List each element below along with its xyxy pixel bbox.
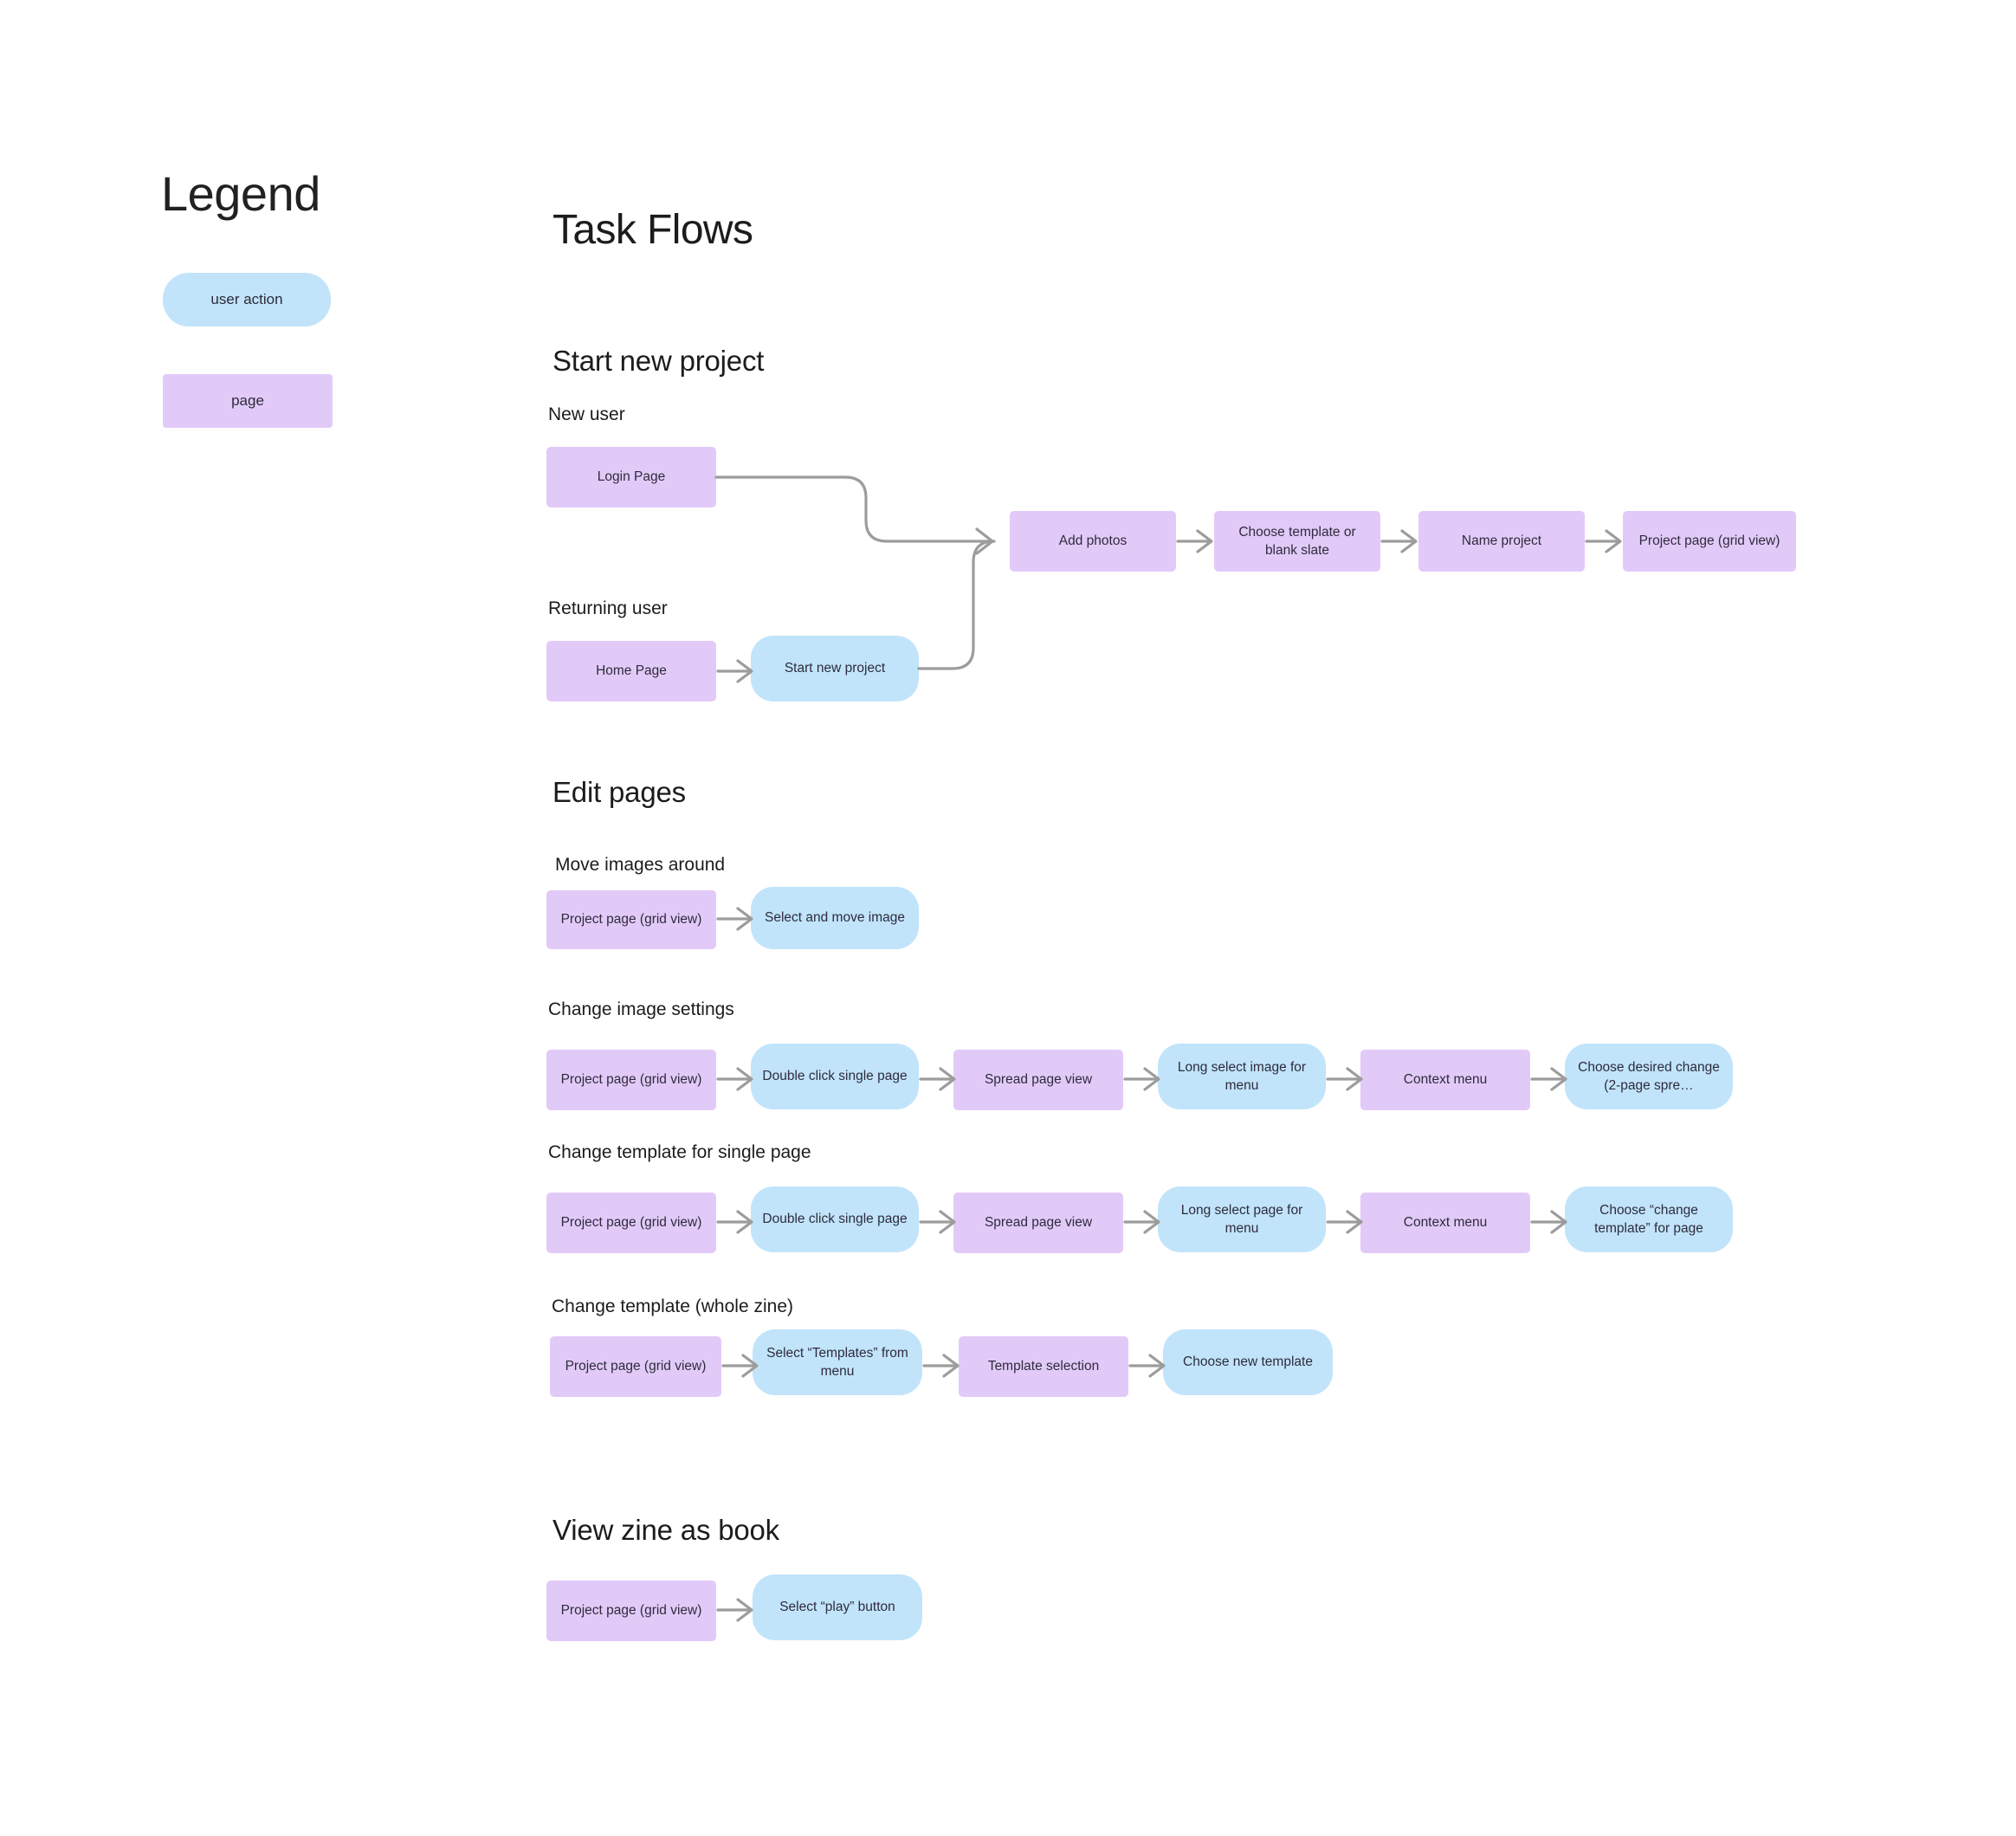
node-choose-template-or-blank-slate[interactable]: Choose template or blank slate [1214, 511, 1380, 572]
node-start-new-project[interactable]: Start new project [751, 636, 919, 701]
node-long-select-page-for-menu[interactable]: Long select page for menu [1158, 1186, 1326, 1252]
connector-ctwz-2 [922, 1354, 960, 1378]
node-choose-new-template[interactable]: Choose new template [1163, 1329, 1333, 1395]
node-spread-page-view-2[interactable]: Spread page view [953, 1193, 1123, 1253]
node-template-selection[interactable]: Template selection [959, 1336, 1128, 1397]
legend-swatch-page: page [163, 374, 333, 428]
node-choose-desired-change[interactable]: Choose desired change (2-page spre… [1565, 1044, 1733, 1109]
legend-label-page: page [231, 392, 264, 409]
node-project-page-grid-view-3[interactable]: Project page (grid view) [546, 1050, 716, 1110]
node-select-and-move-image[interactable]: Select and move image [751, 887, 919, 949]
legend-label-user-action: user action [210, 291, 283, 307]
flow-label-change-template-whole-zine: Change template (whole zine) [552, 1296, 793, 1316]
task-flows-diagram: Legend user action page Task Flows Start… [0, 0, 2016, 1836]
section-title-view-zine-as-book: View zine as book [552, 1514, 779, 1546]
node-double-click-single-page-1[interactable]: Double click single page [751, 1044, 919, 1109]
node-name-project[interactable]: Name project [1418, 511, 1585, 572]
section-title-start-new-project: Start new project [552, 345, 765, 377]
node-select-play-button[interactable]: Select “play” button [753, 1574, 922, 1640]
flow-label-change-image-settings: Change image settings [548, 999, 734, 1019]
node-home-page[interactable]: Home Page [546, 641, 716, 701]
flow-label-move-images-around: Move images around [555, 855, 726, 875]
node-double-click-single-page-2[interactable]: Double click single page [751, 1186, 919, 1252]
page-title: Task Flows [552, 207, 753, 253]
legend-title: Legend [161, 166, 320, 221]
node-project-page-grid-view-4[interactable]: Project page (grid view) [546, 1193, 716, 1253]
section-title-edit-pages: Edit pages [552, 776, 686, 808]
connector-addphotos-to-choose [1176, 529, 1213, 553]
connector-choose-to-name [1380, 529, 1418, 553]
node-project-page-grid-view-2[interactable]: Project page (grid view) [546, 890, 716, 949]
node-add-photos[interactable]: Add photos [1010, 511, 1176, 572]
flow-label-returning-user: Returning user [548, 598, 668, 618]
node-context-menu-2[interactable]: Context menu [1360, 1193, 1530, 1253]
legend-swatch-user-action: user action [163, 273, 331, 326]
node-login-page[interactable]: Login Page [546, 447, 716, 507]
node-project-page-grid-view-1[interactable]: Project page (grid view) [1623, 511, 1796, 572]
node-project-page-grid-view-6[interactable]: Project page (grid view) [546, 1581, 716, 1641]
connector-name-to-projectpage [1585, 529, 1622, 553]
flow-label-change-template-single-page: Change template for single page [548, 1142, 811, 1162]
node-select-templates-from-menu[interactable]: Select “Templates” from menu [753, 1329, 922, 1395]
connector-viewzine-1 [716, 1598, 753, 1622]
node-context-menu-1[interactable]: Context menu [1360, 1050, 1530, 1110]
node-project-page-grid-view-5[interactable]: Project page (grid view) [550, 1336, 721, 1397]
node-choose-change-template-for-page[interactable]: Choose “change template” for page [1565, 1186, 1733, 1252]
node-spread-page-view-1[interactable]: Spread page view [953, 1050, 1123, 1110]
flow-label-new-user: New user [548, 404, 625, 424]
node-long-select-image-for-menu[interactable]: Long select image for menu [1158, 1044, 1326, 1109]
